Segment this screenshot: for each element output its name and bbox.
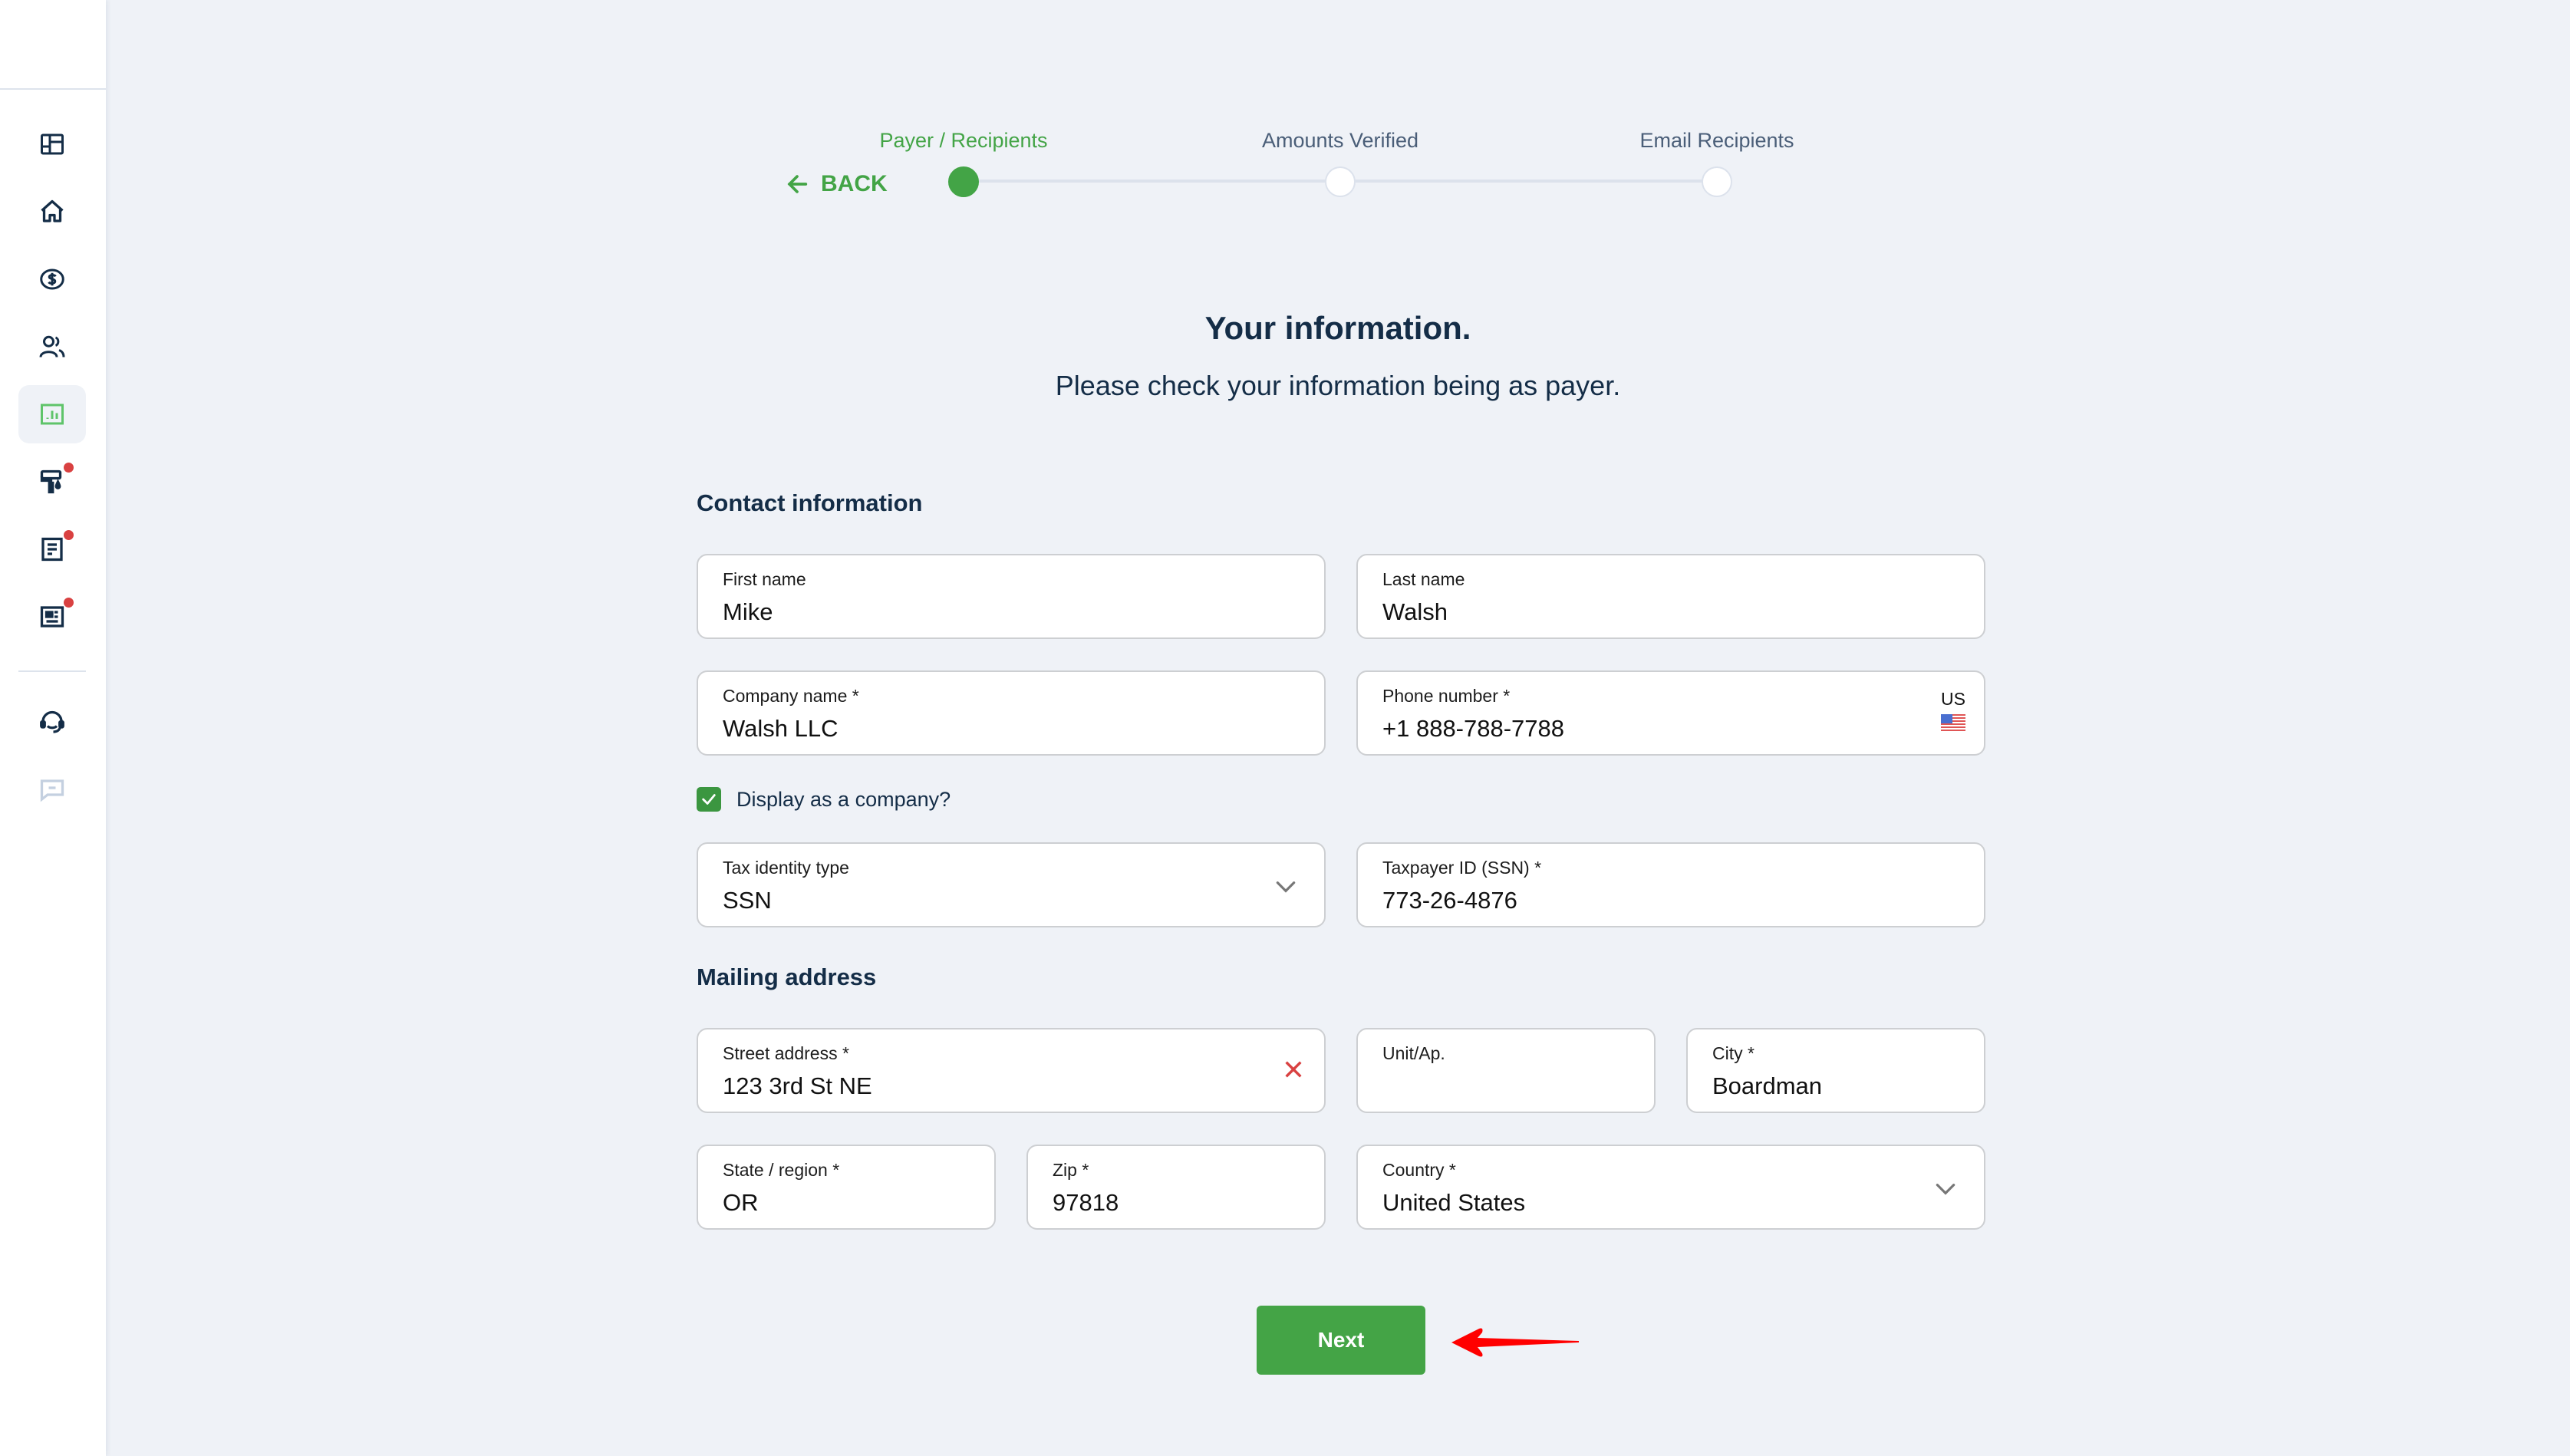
company-name-field[interactable]: Company name * Walsh LLC [697,670,1326,756]
city-label: City * [1712,1043,1755,1063]
sidebar-item-forms[interactable] [18,588,86,646]
first-name-field[interactable]: First name Mike [697,554,1326,639]
city-value[interactable]: Boardman [1712,1072,1822,1100]
back-button[interactable]: BACK [784,169,888,199]
mailing-section-title: Mailing address [697,964,877,990]
us-flag-icon [1941,714,1965,731]
first-name-label: First name [723,569,806,589]
tax-identity-type-select[interactable]: Tax identity type SSN [697,842,1326,927]
tax-identity-type-value: SSN [723,887,772,914]
dollar-circle-icon [40,268,64,290]
phone-number-label: Phone number * [1382,686,1511,706]
stepper-line [1340,180,1717,183]
chevron-down-icon [1936,1184,1956,1195]
country-select[interactable]: Country * United States [1356,1145,1985,1230]
back-label: BACK [821,171,888,196]
taxpayer-id-label: Taxpayer ID (SSN) * [1382,858,1542,878]
last-name-label: Last name [1382,569,1465,589]
page-title: Your information. [1204,310,1471,346]
sidebar-item-chat[interactable] [18,761,86,819]
display-as-company-label: Display as a company? [736,787,951,811]
sidebar-divider [18,670,86,672]
notification-badge [64,598,74,608]
display-as-company-checkbox-row[interactable]: Display as a company? [697,787,951,812]
sidebar-item-dashboard[interactable] [18,115,86,173]
contact-section-title: Contact information [697,489,923,516]
tax-identity-type-label: Tax identity type [723,858,849,878]
step-dot-payer-recipients[interactable] [948,166,979,197]
sidebar-top-divider [0,88,106,90]
company-name-label: Company name * [723,686,859,706]
bar-chart-icon [41,404,64,425]
state-label: State / region * [723,1160,840,1180]
sidebar-item-customize[interactable] [18,453,86,511]
sidebar-item-home[interactable] [18,183,86,241]
last-name-value[interactable]: Walsh [1382,598,1448,626]
notification-badge [64,530,74,540]
headset-icon [40,710,64,733]
country-label: Country * [1382,1160,1456,1180]
phone-number-field[interactable]: Phone number * +1 888-788-7788 US [1356,670,1985,756]
taxpayer-id-value[interactable]: 773-26-4876 [1382,887,1517,914]
step-dot-amounts-verified[interactable] [1325,166,1356,197]
city-field[interactable]: City * Boardman [1686,1028,1985,1113]
state-value[interactable]: OR [723,1189,759,1217]
home-icon [41,199,64,222]
taxpayer-id-field[interactable]: Taxpayer ID (SSN) * 773-26-4876 [1356,842,1985,927]
country-code-text: US [1941,689,1965,709]
next-button[interactable]: Next [1257,1306,1425,1375]
unit-field[interactable]: Unit/Ap. [1356,1028,1656,1113]
chat-icon [40,779,64,802]
street-address-label: Street address * [723,1043,849,1063]
notification-badge [64,463,74,473]
sidebar-item-support[interactable] [18,693,86,752]
zip-value[interactable]: 97818 [1053,1189,1119,1217]
step-label-email-recipients: Email Recipients [1639,129,1794,152]
arrow-left-icon [787,175,808,193]
display-as-company-checkbox[interactable] [697,787,721,812]
sidebar-item-documents[interactable] [18,520,86,578]
street-address-value[interactable]: 123 3rd St NE [723,1072,872,1100]
last-name-field[interactable]: Last name Walsh [1356,554,1985,639]
clear-icon[interactable] [1281,1057,1306,1082]
zip-label: Zip * [1053,1160,1089,1180]
country-code-selector[interactable]: US [1938,689,1969,731]
chevron-down-icon [1276,881,1296,893]
first-name-value[interactable]: Mike [723,598,773,626]
state-field[interactable]: State / region * OR [697,1145,996,1230]
sidebar-item-payments[interactable] [18,250,86,308]
annotation-arrow-icon [1451,1328,1579,1357]
unit-label: Unit/Ap. [1382,1043,1445,1063]
step-dot-email-recipients[interactable] [1702,166,1732,197]
sidebar [0,0,106,1456]
checkmark-icon [702,794,716,805]
step-label-payer-recipients: Payer / Recipients [879,129,1048,152]
country-value: United States [1382,1189,1526,1216]
zip-field[interactable]: Zip * 97818 [1026,1145,1326,1230]
page-subtitle: Please check your information being as p… [1055,370,1621,401]
stepper-line [964,180,1340,183]
document-icon [41,537,63,562]
dashboard-grid-icon [41,133,64,155]
step-label-amounts-verified: Amounts Verified [1261,129,1419,152]
paint-roller-icon [40,469,62,494]
street-address-field[interactable]: Street address * 123 3rd St NE [697,1028,1326,1113]
id-card-icon [40,606,64,628]
phone-number-value[interactable]: +1 888-788-7788 [1382,715,1564,743]
company-name-value[interactable]: Walsh LLC [723,715,838,743]
